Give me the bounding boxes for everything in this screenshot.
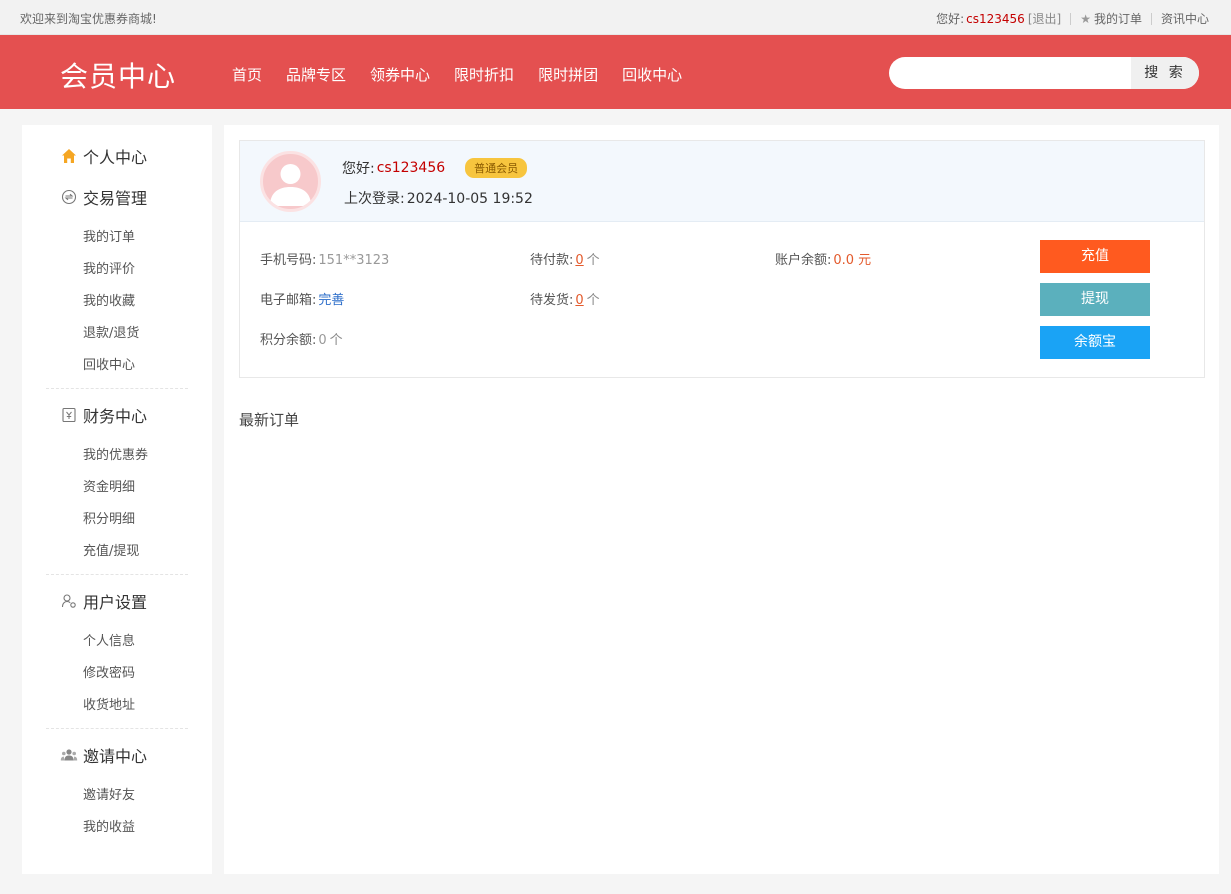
yuebao-button[interactable]: 余额宝: [1040, 326, 1150, 359]
user-settings-icon: [60, 592, 78, 610]
last-login-time: 2024-10-05 19:52: [406, 191, 533, 207]
complete-email-link[interactable]: 完善: [318, 293, 344, 308]
nav-coupon-center[interactable]: 领券中心: [370, 64, 430, 85]
account-balance-info: 账户余额: 0.0 元: [775, 249, 871, 268]
pending-shipment-info: 待发货: 0 个: [530, 289, 600, 308]
sidebar-personal-center[interactable]: 个人中心: [60, 144, 147, 168]
sidebar-section-finance-label: 财务中心: [83, 407, 148, 426]
last-login-label: 上次登录:: [344, 191, 405, 207]
nav-home[interactable]: 首页: [232, 64, 262, 85]
sidebar-personal-center-label: 个人中心: [83, 148, 148, 167]
member-info-card: 您好: cs123456 普通会员 上次登录: 2024-10-05 19:52 …: [239, 140, 1205, 378]
sidebar-section-trade[interactable]: 交易管理: [60, 185, 147, 209]
sidebar-item-fund-details[interactable]: 资金明细: [83, 476, 135, 495]
sidebar-item-recycle-center[interactable]: 回收中心: [83, 354, 135, 373]
sidebar-section-user-settings-label: 用户设置: [83, 593, 148, 612]
balance-value: 0.0: [833, 253, 855, 268]
search-button[interactable]: 搜 索: [1131, 57, 1199, 89]
sidebar-section-invite-label: 邀请中心: [83, 747, 148, 766]
brand-title[interactable]: 会员中心: [60, 55, 176, 95]
my-orders-label: 我的订单: [1093, 12, 1142, 26]
sidebar-section-trade-label: 交易管理: [83, 189, 148, 208]
nav-recycle-center[interactable]: 回收中心: [622, 64, 682, 85]
sidebar-item-my-coupons[interactable]: 我的优惠券: [83, 444, 148, 463]
nav-flash-discount[interactable]: 限时折扣: [454, 64, 514, 85]
recharge-button[interactable]: 充值: [1040, 240, 1150, 273]
sidebar-section-invite[interactable]: 邀请中心: [60, 743, 147, 767]
sidebar-item-recharge-withdraw[interactable]: 充值/提现: [83, 540, 139, 559]
balance-label: 账户余额:: [775, 253, 832, 268]
divider: [46, 388, 188, 389]
profile-username: cs123456: [376, 160, 446, 176]
points-unit: 个: [329, 333, 343, 348]
phone-value: 151**3123: [318, 253, 390, 268]
divider: [1150, 12, 1152, 25]
sidebar-item-shipping-address[interactable]: 收货地址: [83, 694, 135, 713]
main-nav: 首页 品牌专区 领券中心 限时折扣 限时拼团 回收中心: [232, 64, 706, 85]
search-input[interactable]: [889, 57, 1129, 89]
sidebar-item-change-password[interactable]: 修改密码: [83, 662, 135, 681]
nav-brand-zone[interactable]: 品牌专区: [286, 64, 346, 85]
exchange-icon: [60, 188, 78, 206]
main-header: 会员中心 首页 品牌专区 领券中心 限时折扣 限时拼团 回收中心 搜 索: [0, 35, 1231, 109]
points-value: 0: [318, 333, 327, 348]
pending-shipment-label: 待发货:: [530, 293, 574, 308]
divider: [46, 574, 188, 575]
sidebar-item-points-details[interactable]: 积分明细: [83, 508, 135, 527]
divider: [1070, 12, 1072, 25]
avatar[interactable]: [260, 151, 321, 212]
top-username[interactable]: cs123456: [966, 12, 1025, 26]
sidebar-item-invite-friends[interactable]: 邀请好友: [83, 784, 135, 803]
sidebar-item-my-earnings[interactable]: 我的收益: [83, 816, 135, 835]
sidebar-item-my-orders[interactable]: 我的订单: [83, 226, 135, 245]
balance-unit: 元: [858, 253, 872, 268]
star-icon: ★: [1080, 11, 1091, 26]
last-login: 上次登录: 2024-10-05 19:52: [342, 188, 533, 208]
withdraw-button[interactable]: 提现: [1040, 283, 1150, 316]
news-center-link[interactable]: 资讯中心: [1161, 10, 1209, 27]
greeting-label: 您好:: [342, 161, 375, 177]
sidebar: 个人中心 交易管理 我的订单 我的评价 我的收藏 退款/退货 回收中心 财务中心…: [22, 125, 212, 874]
profile-greeting: 您好: cs123456 普通会员: [342, 158, 528, 178]
nav-group-buy[interactable]: 限时拼团: [538, 64, 598, 85]
sidebar-item-my-favorites[interactable]: 我的收藏: [83, 290, 135, 309]
phone-info: 手机号码: 151**3123: [260, 249, 389, 268]
divider: [46, 728, 188, 729]
phone-label: 手机号码:: [260, 253, 317, 268]
finance-icon: [60, 406, 78, 424]
sidebar-section-finance[interactable]: 财务中心: [60, 403, 147, 427]
my-orders-link[interactable]: ★ 我的订单: [1080, 10, 1142, 27]
search-box: 搜 索: [889, 57, 1199, 89]
points-label: 积分余额:: [260, 333, 317, 348]
sidebar-item-my-reviews[interactable]: 我的评价: [83, 258, 135, 277]
logout-link[interactable]: [退出]: [1028, 10, 1061, 27]
pending-payment-unit: 个: [586, 253, 600, 268]
pending-payment-count[interactable]: 0: [575, 253, 583, 268]
greeting-label: 您好:: [936, 12, 965, 26]
pending-shipment-unit: 个: [586, 293, 600, 308]
top-bar: 欢迎来到淘宝优惠券商城! 您好: cs123456 [退出] ★ 我的订单 资讯…: [0, 0, 1231, 35]
sidebar-section-user-settings[interactable]: 用户设置: [60, 589, 147, 613]
sidebar-item-personal-info[interactable]: 个人信息: [83, 630, 135, 649]
email-info: 电子邮箱: 完善: [260, 289, 344, 308]
home-icon: [60, 147, 78, 165]
user-avatar-icon: [270, 164, 311, 206]
pending-payment-label: 待付款:: [530, 253, 574, 268]
member-level-badge: 普通会员: [465, 158, 528, 178]
latest-orders-title: 最新订单: [239, 411, 300, 429]
invite-icon: [60, 746, 78, 764]
top-bar-links: 您好: cs123456 [退出] ★ 我的订单 资讯中心: [936, 10, 1209, 27]
main-content: 您好: cs123456 普通会员 上次登录: 2024-10-05 19:52 …: [224, 125, 1219, 874]
pending-payment-info: 待付款: 0 个: [530, 249, 600, 268]
points-info: 积分余额: 0 个: [260, 329, 343, 348]
welcome-text: 欢迎来到淘宝优惠券商城!: [20, 12, 157, 26]
email-label: 电子邮箱:: [260, 293, 317, 308]
pending-shipment-count[interactable]: 0: [575, 293, 583, 308]
sidebar-item-refunds[interactable]: 退款/退货: [83, 322, 139, 341]
profile-panel: 您好: cs123456 普通会员 上次登录: 2024-10-05 19:52: [240, 141, 1204, 222]
